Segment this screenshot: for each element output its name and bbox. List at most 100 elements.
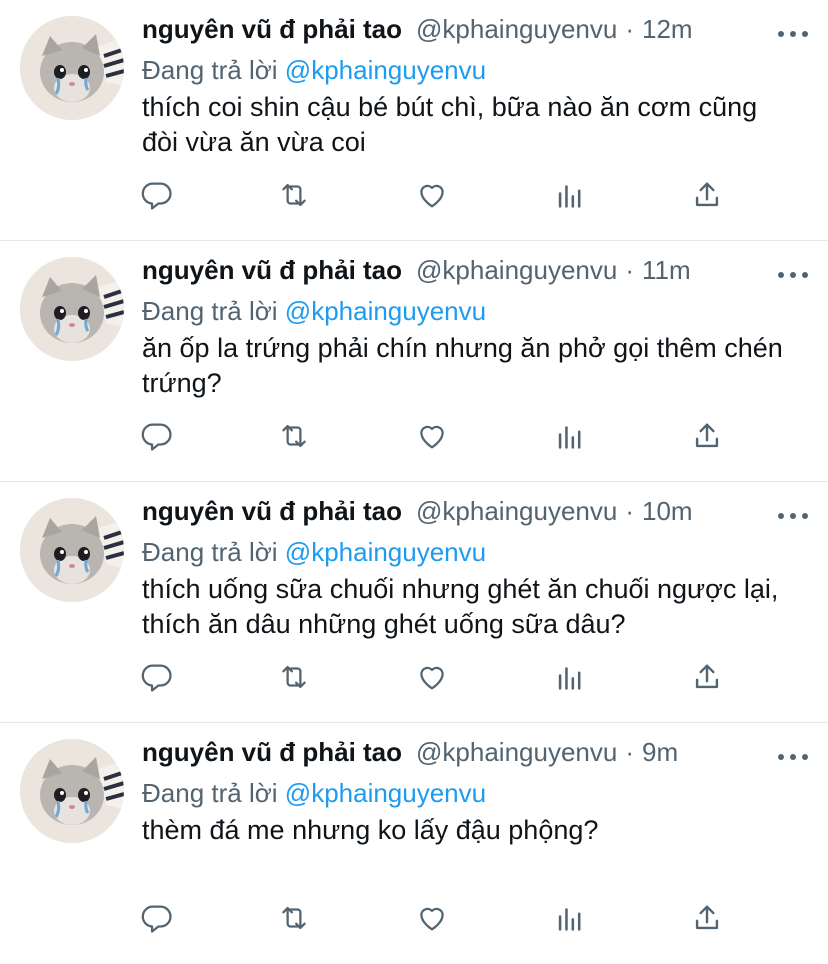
tweet-actions <box>140 178 740 214</box>
tweet[interactable]: nguyên vũ đ phải tao @kphainguyenvu · 11… <box>0 241 828 482</box>
tweet-header: nguyên vũ đ phải tao @kphainguyenvu · 9m <box>142 737 808 775</box>
share-icon <box>695 423 719 448</box>
replying-to-label: Đang trả lời <box>142 537 278 567</box>
more-options-icon[interactable] <box>778 747 808 767</box>
reply-thread: nguyên vũ đ phải tao @kphainguyenvu · 12… <box>0 0 828 964</box>
retweet-icon <box>282 424 306 448</box>
tweet[interactable]: nguyên vũ đ phải tao @kphainguyenvu · 9m… <box>0 723 828 964</box>
separator: · <box>625 737 634 767</box>
share-button[interactable] <box>690 178 726 214</box>
separator: · <box>625 255 634 285</box>
like-button[interactable] <box>415 178 451 214</box>
share-button[interactable] <box>690 660 726 696</box>
tweet-body: nguyên vũ đ phải tao @kphainguyenvu · 9m… <box>142 737 808 848</box>
reply-button[interactable] <box>140 901 176 937</box>
reply-icon <box>141 423 172 451</box>
replying-to-mention[interactable]: @kphainguyenvu <box>285 296 486 326</box>
display-name[interactable]: nguyên vũ đ phải tao <box>142 14 402 45</box>
cat-avatar-image <box>20 257 124 361</box>
analytics-icon <box>558 185 581 208</box>
retweet-button[interactable] <box>277 660 313 696</box>
retweet-icon <box>282 183 306 207</box>
replying-to: Đang trả lời @kphainguyenvu <box>142 293 808 329</box>
user-handle[interactable]: @kphainguyenvu <box>416 14 617 45</box>
tweet[interactable]: nguyên vũ đ phải tao @kphainguyenvu · 12… <box>0 0 828 241</box>
analytics-button[interactable] <box>553 419 589 455</box>
retweet-icon <box>282 906 306 930</box>
like-button[interactable] <box>415 419 451 455</box>
reply-button[interactable] <box>140 178 176 214</box>
replying-to-mention[interactable]: @kphainguyenvu <box>285 55 486 85</box>
tweet-text: thèm đá me nhưng ko lấy đậu phộng? <box>142 815 599 845</box>
retweet-icon <box>282 665 306 689</box>
reply-icon <box>141 182 172 210</box>
tweet-header: nguyên vũ đ phải tao @kphainguyenvu · 12… <box>142 14 808 52</box>
heart-icon <box>420 184 444 208</box>
cat-avatar-image <box>20 16 124 120</box>
reply-icon <box>141 664 172 692</box>
analytics-button[interactable] <box>553 901 589 937</box>
reply-icon <box>141 905 172 933</box>
replying-to: Đang trả lời @kphainguyenvu <box>142 52 808 88</box>
analytics-icon <box>558 667 581 690</box>
replying-to: Đang trả lời @kphainguyenvu <box>142 534 808 570</box>
retweet-button[interactable] <box>277 178 313 214</box>
tweet-body: nguyên vũ đ phải tao @kphainguyenvu · 12… <box>142 14 808 160</box>
avatar[interactable] <box>20 498 124 602</box>
tweet-header: nguyên vũ đ phải tao @kphainguyenvu · 10… <box>142 496 808 534</box>
tweet-text: ăn ốp la trứng phải chín nhưng ăn phở gọ… <box>142 333 783 398</box>
cat-avatar-image <box>20 739 124 843</box>
tweet-body: nguyên vũ đ phải tao @kphainguyenvu · 10… <box>142 496 808 642</box>
tweet-body: nguyên vũ đ phải tao @kphainguyenvu · 11… <box>142 255 808 401</box>
replying-to-label: Đang trả lời <box>142 296 278 326</box>
replying-to-mention[interactable]: @kphainguyenvu <box>285 778 486 808</box>
timestamp[interactable]: 10m <box>642 496 693 527</box>
avatar[interactable] <box>20 257 124 361</box>
heart-icon <box>420 425 444 449</box>
replying-to-mention[interactable]: @kphainguyenvu <box>285 537 486 567</box>
timestamp[interactable]: 9m <box>642 737 678 768</box>
tweet-actions <box>140 660 740 696</box>
display-name[interactable]: nguyên vũ đ phải tao <box>142 737 402 768</box>
display-name[interactable]: nguyên vũ đ phải tao <box>142 496 402 527</box>
tweet[interactable]: nguyên vũ đ phải tao @kphainguyenvu · 10… <box>0 482 828 723</box>
separator: · <box>625 14 634 44</box>
analytics-icon <box>558 426 581 449</box>
more-options-icon[interactable] <box>778 24 808 44</box>
share-icon <box>695 182 719 207</box>
tweet-text: thích uống sữa chuối nhưng ghét ăn chuối… <box>142 574 779 639</box>
share-button[interactable] <box>690 419 726 455</box>
user-handle[interactable]: @kphainguyenvu <box>416 255 617 286</box>
replying-to-label: Đang trả lời <box>142 778 278 808</box>
timestamp[interactable]: 12m <box>642 14 693 45</box>
tweet-actions <box>140 901 740 937</box>
share-icon <box>695 905 719 930</box>
user-handle[interactable]: @kphainguyenvu <box>416 737 617 768</box>
user-handle[interactable]: @kphainguyenvu <box>416 496 617 527</box>
tweet-actions <box>140 419 740 455</box>
share-button[interactable] <box>690 901 726 937</box>
tweet-header: nguyên vũ đ phải tao @kphainguyenvu · 11… <box>142 255 808 293</box>
tweet-text: thích coi shin cậu bé bút chì, bữa nào ă… <box>142 92 758 157</box>
separator: · <box>625 496 634 526</box>
avatar[interactable] <box>20 16 124 120</box>
reply-button[interactable] <box>140 419 176 455</box>
heart-icon <box>420 907 444 931</box>
analytics-button[interactable] <box>553 660 589 696</box>
like-button[interactable] <box>415 901 451 937</box>
more-options-icon[interactable] <box>778 506 808 526</box>
display-name[interactable]: nguyên vũ đ phải tao <box>142 255 402 286</box>
retweet-button[interactable] <box>277 419 313 455</box>
more-options-icon[interactable] <box>778 265 808 285</box>
heart-icon <box>420 666 444 690</box>
timestamp[interactable]: 11m <box>642 255 691 286</box>
avatar[interactable] <box>20 739 124 843</box>
share-icon <box>695 664 719 689</box>
reply-button[interactable] <box>140 660 176 696</box>
retweet-button[interactable] <box>277 901 313 937</box>
like-button[interactable] <box>415 660 451 696</box>
analytics-button[interactable] <box>553 178 589 214</box>
analytics-icon <box>558 908 581 931</box>
cat-avatar-image <box>20 498 124 602</box>
replying-to-label: Đang trả lời <box>142 55 278 85</box>
